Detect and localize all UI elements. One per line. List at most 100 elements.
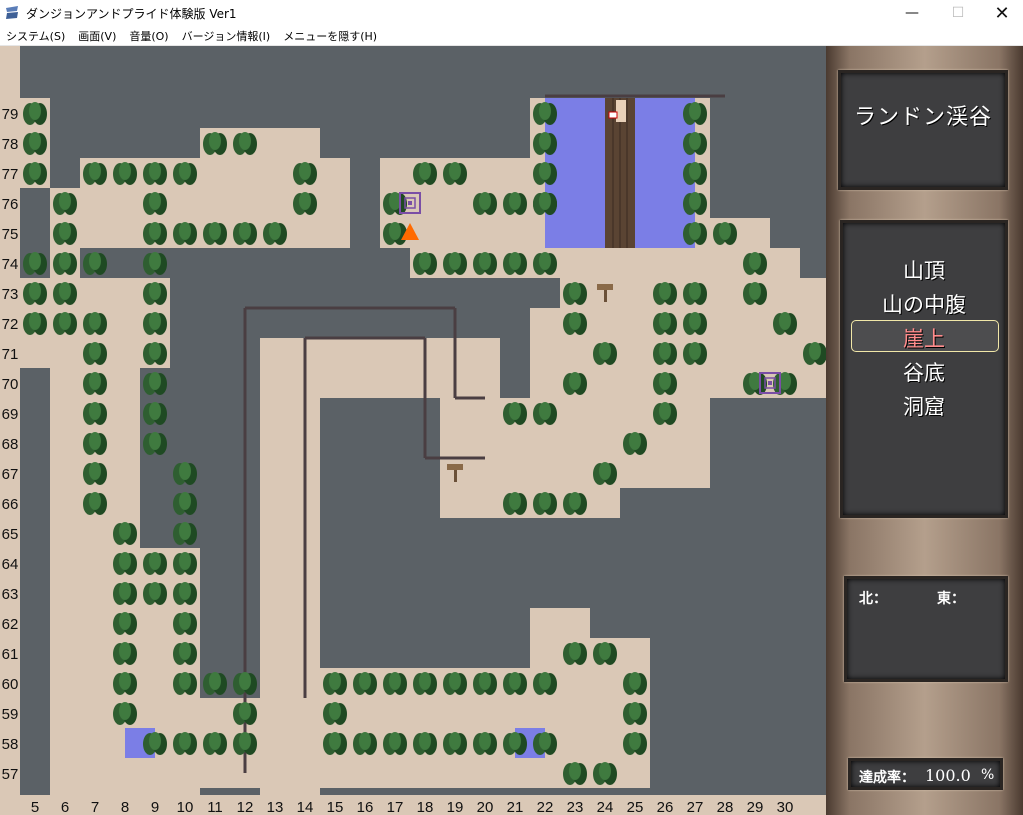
tree (149, 222, 161, 240)
tree (179, 552, 191, 570)
tree (659, 342, 671, 360)
row-label: 72 (2, 316, 19, 333)
row-label: 70 (2, 376, 19, 393)
tree (599, 342, 611, 360)
col-label: 22 (537, 799, 554, 815)
col-label: 29 (747, 799, 764, 815)
col-label: 16 (357, 799, 374, 815)
tree (179, 732, 191, 750)
col-label: 17 (387, 799, 404, 815)
tree (179, 672, 191, 690)
row-label: 63 (2, 586, 19, 603)
north-label: 北： (859, 591, 887, 607)
floor-item-mountainside[interactable]: 山の中腹 (843, 289, 1005, 319)
compass-panel: 北： 東： (844, 576, 1008, 682)
row-label: 77 (2, 166, 19, 183)
tree (479, 252, 491, 270)
menu-volume[interactable]: 音量(O) (123, 28, 175, 44)
tree (659, 312, 671, 330)
floor-list-panel: 山頂 山の中腹 崖上 谷底 洞窟 (840, 220, 1008, 518)
signpost (447, 464, 463, 470)
tree (539, 162, 551, 180)
col-label: 23 (567, 799, 584, 815)
tree (29, 102, 41, 120)
tree (539, 672, 551, 690)
tree (659, 402, 671, 420)
col-label: 5 (31, 799, 39, 815)
tree (689, 102, 701, 120)
floor-tile (530, 608, 590, 638)
tree (599, 642, 611, 660)
floor-item-valley-bottom[interactable]: 谷底 (843, 357, 1005, 387)
tree (689, 132, 701, 150)
tree (89, 162, 101, 180)
tree (149, 552, 161, 570)
tree (419, 252, 431, 270)
tree (629, 432, 641, 450)
tree (299, 192, 311, 210)
floor-item-cave[interactable]: 洞窟 (843, 391, 1005, 421)
tree (119, 672, 131, 690)
tree (89, 312, 101, 330)
tree (149, 252, 161, 270)
minimize-button[interactable]: — (889, 0, 935, 26)
tree (179, 582, 191, 600)
tree (119, 612, 131, 630)
tree (209, 732, 221, 750)
tree (119, 582, 131, 600)
tree (449, 732, 461, 750)
tree (209, 132, 221, 150)
tree (179, 522, 191, 540)
floor-item-cliff-top[interactable]: 崖上 (843, 323, 1005, 353)
tree (179, 642, 191, 660)
tree (509, 672, 521, 690)
tree (179, 222, 191, 240)
maximize-button[interactable]: ☐ (935, 0, 981, 26)
tree (749, 282, 761, 300)
row-label: 73 (2, 286, 19, 303)
tree (149, 732, 161, 750)
tree (389, 222, 401, 240)
tree (59, 312, 71, 330)
col-label: 20 (477, 799, 494, 815)
row-label: 69 (2, 406, 19, 423)
warp-marker (408, 201, 412, 205)
warp-marker (768, 381, 772, 385)
close-button[interactable]: ✕ (979, 0, 1023, 26)
menu-system[interactable]: システム(S) (0, 28, 72, 44)
tree (599, 462, 611, 480)
tree (149, 432, 161, 450)
npc-sprite (616, 100, 626, 122)
row-label: 65 (2, 526, 19, 543)
col-label: 28 (717, 799, 734, 815)
tree (89, 342, 101, 360)
menu-version[interactable]: バージョン情報(I) (176, 28, 278, 44)
menu-bar: システム(S) 画面(V) 音量(O) バージョン情報(I) メニューを隠す(H… (0, 26, 1023, 46)
signpost (597, 284, 613, 290)
tree (779, 312, 791, 330)
tree (89, 492, 101, 510)
row-label: 57 (2, 766, 19, 783)
menu-screen[interactable]: 画面(V) (72, 28, 123, 44)
tree (269, 222, 281, 240)
tree (509, 732, 521, 750)
tree (89, 252, 101, 270)
dungeon-map[interactable]: 7978777675747372717069686766656463626160… (0, 46, 826, 815)
tree (149, 582, 161, 600)
tree (689, 342, 701, 360)
floor-item-summit[interactable]: 山頂 (843, 255, 1005, 285)
tree (179, 462, 191, 480)
col-label: 24 (597, 799, 614, 815)
col-label: 30 (777, 799, 794, 815)
menu-hide[interactable]: メニューを隠す(H) (277, 28, 384, 44)
area-name: ランドン渓谷 (853, 105, 992, 130)
tree (449, 672, 461, 690)
achievement-unit: % (981, 767, 995, 783)
tree (539, 102, 551, 120)
row-label: 75 (2, 226, 19, 243)
tree (509, 252, 521, 270)
row-label: 78 (2, 136, 19, 153)
tree (539, 192, 551, 210)
game-screen: 79 78 77 76 75 74 73 72 71 70 69 68 67 66 65 64 63 62 61 60… (0, 46, 1023, 815)
col-label: 14 (297, 799, 314, 815)
